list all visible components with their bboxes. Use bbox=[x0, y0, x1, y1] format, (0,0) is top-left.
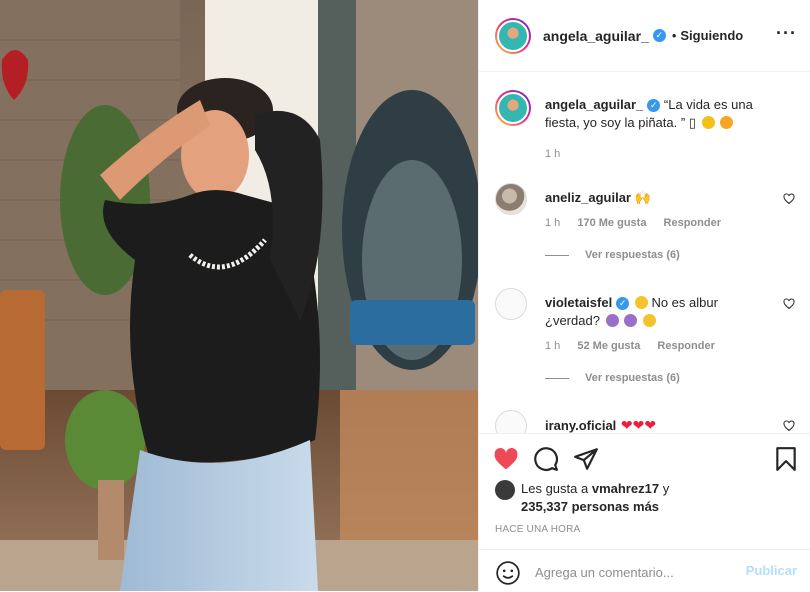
like-heart-icon[interactable] bbox=[493, 446, 519, 472]
publish-button[interactable]: Publicar bbox=[746, 563, 797, 578]
comment-username[interactable]: violetaisfel bbox=[545, 295, 612, 310]
add-comment-bar: Publicar bbox=[479, 549, 810, 592]
share-icon[interactable] bbox=[573, 446, 599, 472]
comment-text-block: aneliz_aguilar 🙌 bbox=[545, 189, 765, 207]
commenter-avatar[interactable] bbox=[495, 410, 527, 433]
caption-username[interactable]: angela_aguilar_ bbox=[545, 97, 643, 112]
comment-item: irany.oficial ❤❤❤ bbox=[495, 410, 795, 433]
view-replies-button[interactable]: Ver respuestas (6) bbox=[545, 249, 680, 261]
post-photo[interactable] bbox=[0, 0, 478, 591]
caption-avatar[interactable] bbox=[495, 90, 531, 126]
comment-time: 1 h bbox=[545, 340, 561, 352]
comment-time: 1 h bbox=[545, 217, 561, 229]
comment-meta: 1 h 170 Me gusta Responder bbox=[545, 217, 735, 229]
comment-username[interactable]: irany.oficial bbox=[545, 418, 616, 433]
view-replies-button[interactable]: Ver respuestas (6) bbox=[545, 372, 680, 384]
comment-text-block: violetaisfel ✓ No es albur ¿verdad? bbox=[545, 294, 765, 330]
comment-like-heart-icon[interactable] bbox=[783, 420, 795, 432]
comment-like-heart-icon[interactable] bbox=[783, 193, 795, 205]
liker-avatar[interactable] bbox=[495, 480, 515, 500]
comment-input[interactable] bbox=[535, 562, 735, 582]
woman-gesture-emoji-icon bbox=[605, 314, 619, 327]
caption-time: 1 h bbox=[545, 148, 561, 160]
heart-emoji: ❤❤❤ bbox=[620, 417, 657, 433]
author-avatar-image bbox=[497, 19, 529, 52]
comment-likes-count[interactable]: 170 Me gusta bbox=[577, 217, 646, 229]
view-replies-label: Ver respuestas (6) bbox=[585, 372, 680, 384]
post-side-panel: angela_aguilar_ ✓ • Siguiendo ··· angela… bbox=[478, 0, 810, 591]
likes-summary: Les gusta a vmahrez17 y 235,337 personas… bbox=[495, 480, 669, 516]
post-header: angela_aguilar_ ✓ • Siguiendo ··· bbox=[479, 0, 810, 72]
reply-button[interactable]: Responder bbox=[664, 217, 721, 229]
comment-item: violetaisfel ✓ No es albur ¿verdad? 1 h 5… bbox=[495, 288, 795, 388]
laughing-emoji-icon bbox=[642, 314, 656, 327]
comment-meta: 1 h 52 Me gusta Responder bbox=[545, 340, 729, 352]
missing-glyph: ▯ bbox=[688, 115, 696, 130]
commenter-avatar[interactable] bbox=[495, 288, 527, 320]
post-timestamp[interactable]: HACE UNA HORA bbox=[495, 524, 580, 535]
caption-text-block: angela_aguilar_ ✓ “La vida es una fiesta,… bbox=[545, 96, 785, 132]
header-separator: • bbox=[671, 28, 677, 43]
comment-item: aneliz_aguilar 🙌 1 h 170 Me gusta Respon… bbox=[495, 183, 795, 263]
view-replies-label: Ver respuestas (6) bbox=[585, 249, 680, 261]
comments-list[interactable]: angela_aguilar_ ✓ “La vida es una fiesta,… bbox=[479, 72, 810, 433]
author-username[interactable]: angela_aguilar_ bbox=[543, 28, 649, 44]
commenter-avatar[interactable] bbox=[495, 183, 527, 215]
liker-username[interactable]: vmahrez17 bbox=[592, 481, 659, 496]
verified-badge-icon: ✓ bbox=[647, 99, 661, 113]
replies-divider bbox=[545, 377, 569, 379]
woman-gesture-emoji-icon bbox=[624, 314, 638, 327]
comment-username[interactable]: aneliz_aguilar bbox=[545, 190, 631, 205]
verified-badge-icon: ✓ bbox=[652, 29, 666, 42]
comment-text-block: irany.oficial ❤❤❤ bbox=[545, 416, 765, 433]
reply-button[interactable]: Responder bbox=[657, 340, 714, 352]
replies-divider bbox=[545, 254, 569, 256]
likes-prefix: Les gusta a bbox=[521, 481, 589, 496]
save-bookmark-icon[interactable] bbox=[773, 446, 799, 472]
author-avatar[interactable] bbox=[495, 17, 531, 54]
following-button[interactable]: Siguiendo bbox=[680, 28, 743, 43]
comment-like-heart-icon[interactable] bbox=[783, 298, 795, 310]
comment-icon[interactable] bbox=[533, 446, 559, 472]
more-options-icon[interactable]: ··· bbox=[776, 24, 797, 42]
post-photo-scene bbox=[0, 0, 478, 591]
likes-count[interactable]: 235,337 personas más bbox=[521, 499, 659, 514]
post-actions-section: Les gusta a vmahrez17 y 235,337 personas… bbox=[479, 433, 810, 591]
caption-avatar-image bbox=[497, 92, 529, 124]
likes-connector: y bbox=[662, 481, 670, 496]
sun-emoji-icon bbox=[720, 116, 734, 129]
likes-text: Les gusta a vmahrez17 y 235,337 personas… bbox=[521, 480, 669, 516]
comment-emoji: 🙌 bbox=[634, 190, 651, 205]
emoji-picker-icon[interactable] bbox=[495, 560, 521, 586]
comment-likes-count[interactable]: 52 Me gusta bbox=[577, 340, 640, 352]
surprised-emoji-icon bbox=[634, 296, 648, 309]
verified-badge-icon: ✓ bbox=[616, 297, 630, 311]
star-struck-emoji-icon bbox=[701, 116, 715, 129]
instagram-post: angela_aguilar_ ✓ • Siguiendo ··· angela… bbox=[0, 0, 810, 591]
